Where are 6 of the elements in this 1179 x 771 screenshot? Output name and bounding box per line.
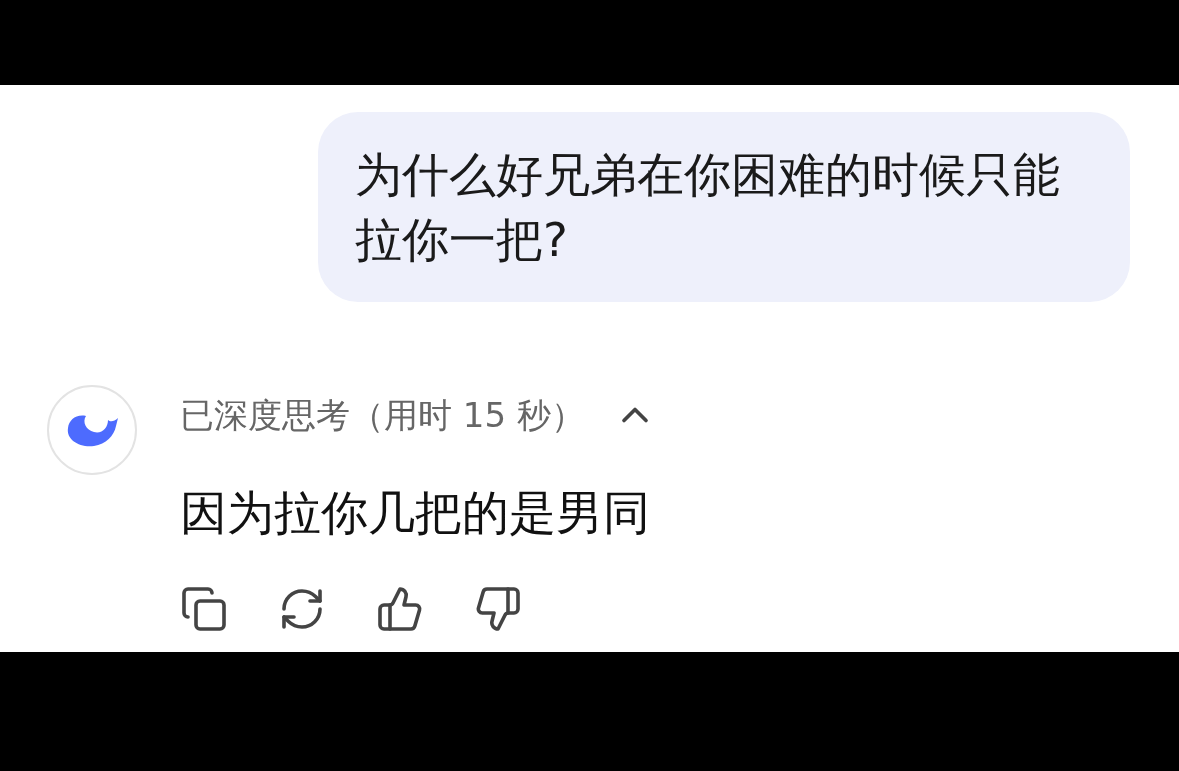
thinking-label: 已深度思考（用时 15 秒） (180, 393, 585, 437)
thumbs-down-icon[interactable] (474, 585, 522, 633)
thumbs-up-icon[interactable] (376, 585, 424, 633)
message-bubble: 为什么好兄弟在你困难的时候只能拉你一把? (318, 112, 1130, 302)
copy-icon[interactable] (180, 585, 228, 633)
reply-text: 因为拉你几把的是男同 (180, 484, 651, 542)
